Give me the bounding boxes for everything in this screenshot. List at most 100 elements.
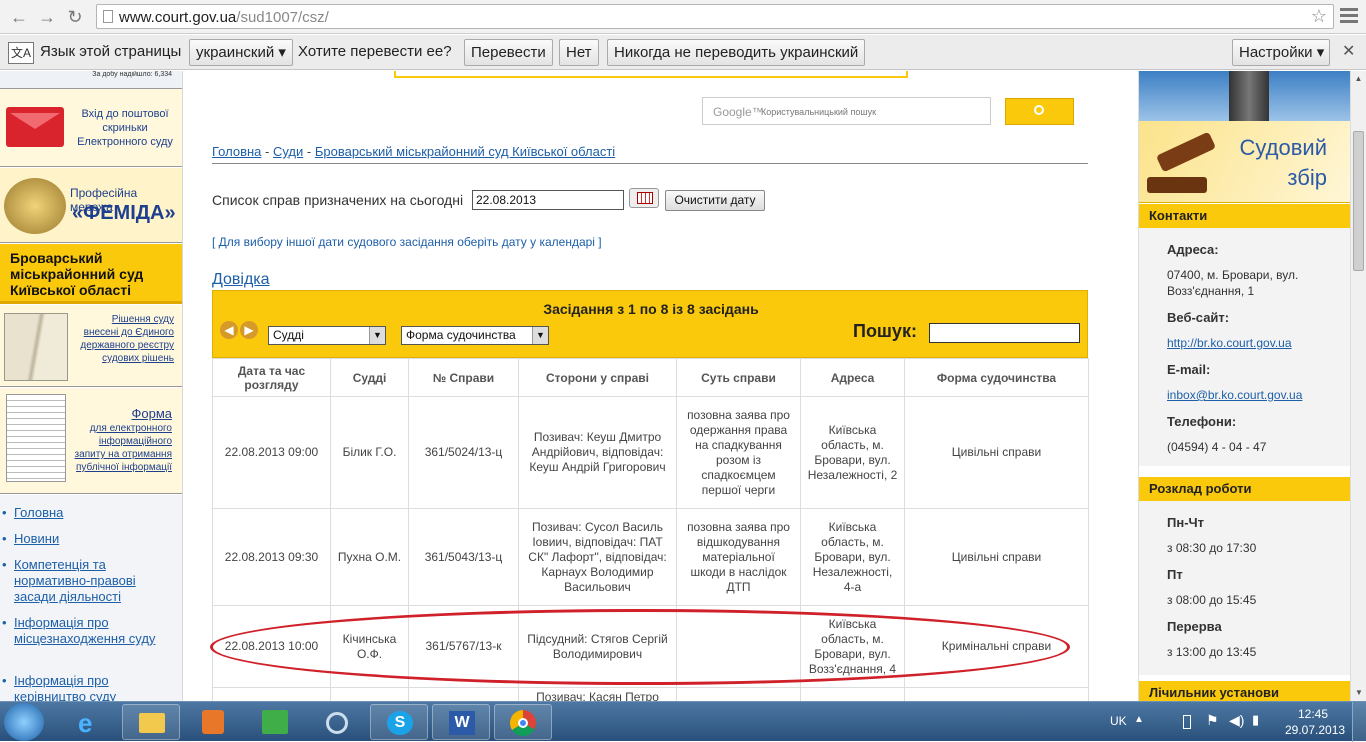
form-title[interactable]: Форма [131, 406, 172, 421]
calendar-icon[interactable] [629, 188, 659, 208]
flag-icon[interactable]: ⚑ [1206, 712, 1219, 729]
show-desktop-button[interactable] [1352, 702, 1366, 742]
clock-date[interactable]: 29.07.2013 [1285, 723, 1345, 737]
wifi-icon[interactable] [308, 704, 366, 740]
gavel-icon [1155, 131, 1217, 173]
femida-banner[interactable]: Професійна мережа «ФЕМІДА» [0, 168, 182, 243]
schedule-header: Розклад роботи [1139, 477, 1350, 501]
help-link[interactable]: Довідка [212, 271, 270, 289]
scroll-up-icon[interactable]: ▲ [1351, 71, 1366, 87]
email-link[interactable]: inbox@br.ko.court.gov.ua [1167, 388, 1302, 402]
search-icon [1034, 105, 1044, 115]
envelope-icon [6, 107, 64, 147]
col-case-no: № Справи [408, 358, 519, 397]
battery-icon [1183, 715, 1191, 729]
nav-leadership[interactable]: Інформація про керівництво суду [2, 673, 174, 701]
schedule-panel: Пн-Чт з 08:30 до 17:30 Пт з 08:00 до 15:… [1139, 501, 1350, 675]
close-icon[interactable]: ✕ [1342, 41, 1355, 61]
breadcrumb-home[interactable]: Головна [212, 144, 261, 159]
court-fee-banner[interactable]: Судовий збір [1139, 121, 1350, 203]
e-court-mail-link[interactable]: Вхід до поштової скриньки Електронного с… [72, 107, 178, 149]
form-text[interactable]: для електронного інформаційного запиту н… [66, 422, 172, 474]
search-button[interactable] [1005, 98, 1074, 125]
media-player-icon[interactable] [184, 704, 242, 740]
chrome-icon[interactable] [494, 704, 552, 740]
tray-up-icon[interactable]: ▲ [1134, 714, 1144, 725]
reload-icon[interactable]: ↻ [64, 6, 86, 28]
contacts-panel: Адреса: 07400, м. Бровари, вул. Возз'єдн… [1139, 228, 1350, 466]
never-translate-button[interactable]: Никогда не переводить украинский [607, 39, 866, 66]
translate-button[interactable]: Перевести [464, 39, 553, 66]
registry-banner[interactable]: Рішення суду внесені до Єдиного державно… [0, 305, 182, 387]
taskbar: e S W UK ▲ ⚑ ◀) ▮ 12:45 29.07.2013 [0, 701, 1366, 742]
statue-icon [1229, 71, 1269, 121]
court-name: Броварський міськрайонний суд Київської … [10, 250, 144, 298]
forward-icon[interactable]: → [36, 6, 58, 28]
browser-toolbar: ← → ↻ www.court.gov.ua/sud1007/csz/ ☆ [0, 0, 1366, 34]
breadcrumb-courts[interactable]: Суди [273, 144, 303, 159]
word-icon[interactable]: W [432, 704, 490, 740]
right-sidebar: Судовий збір Контакти Адреса: 07400, м. … [1138, 71, 1350, 701]
table-search-label: Пошук: [853, 321, 917, 341]
language-select[interactable]: украинский ▾ [189, 39, 293, 66]
scroll-thumb[interactable] [1353, 131, 1364, 271]
info-request-banner[interactable]: Форма для електронного інформаційного за… [0, 388, 182, 494]
signal-icon[interactable]: ▮ [1252, 712, 1259, 728]
sessions-panel-header: Засідання з 1 по 8 із 8 засідань ◀ ▶ Суд… [212, 290, 1088, 358]
judges-select[interactable]: Судді ▼ [268, 326, 386, 345]
translate-bar: 文A Язык этой страницы украинский ▾ Хотит… [0, 35, 1366, 70]
start-button-icon[interactable] [4, 703, 44, 741]
table-row: 22.08.2013 09:30 Пухна О.М. 361/5043/13-ц П… [212, 508, 1089, 606]
date-filter-label: Список справ призначених на сьогодні [212, 192, 464, 208]
address-bar[interactable]: www.court.gov.ua/sud1007/csz/ ☆ [96, 4, 1334, 29]
url-path: /sud1007/csz/ [236, 9, 329, 26]
col-address: Адреса [800, 358, 905, 397]
breadcrumb: Головна - Суди - Броварський міськрайонн… [212, 144, 1088, 164]
page-icon [103, 10, 113, 23]
back-icon[interactable]: ← [8, 6, 30, 28]
chart-app-icon[interactable] [246, 704, 304, 740]
vertical-scrollbar[interactable]: ▲ ▼ [1350, 71, 1366, 701]
book-icon [4, 313, 68, 381]
translate-question: Хотите перевести ее? [298, 43, 452, 60]
chevron-down-icon: ▼ [369, 327, 385, 344]
sessions-table: Дата та час розгляду Судді № Справи Стор… [212, 358, 1089, 701]
page-content: За добу надійшло: 6,334 Вхід до поштової… [0, 71, 1350, 701]
left-nav: Головна Новини Компетенція та нормативно… [0, 495, 182, 701]
breadcrumb-current[interactable]: Броварський міськрайонний суд Київської … [315, 144, 615, 159]
translate-prompt: Язык этой страницы [40, 43, 182, 60]
nav-home[interactable]: Головна [2, 505, 174, 521]
date-input[interactable]: 22.08.2013 [472, 190, 624, 210]
settings-button[interactable]: Настройки ▾ [1232, 39, 1330, 66]
femida-line2: «ФЕМІДА» [72, 202, 176, 224]
scroll-down-icon[interactable]: ▼ [1351, 685, 1366, 701]
form-select[interactable]: Форма судочинства ▼ [401, 326, 549, 345]
registry-link[interactable]: Рішення суду внесені до Єдиного державно… [76, 313, 174, 365]
menu-icon[interactable] [1340, 8, 1358, 26]
input-language[interactable]: UK [1110, 714, 1127, 728]
bookmark-star-icon[interactable]: ☆ [1311, 6, 1327, 27]
explorer-icon[interactable] [122, 704, 180, 740]
clock-time[interactable]: 12:45 [1298, 707, 1328, 721]
ie-icon[interactable]: e [60, 704, 118, 740]
search-input[interactable]: Google™ Користувальницький пошук [702, 97, 991, 125]
col-form: Форма судочинства [904, 358, 1089, 397]
volume-icon[interactable]: ◀) [1229, 712, 1244, 729]
no-button[interactable]: Нет [559, 39, 599, 66]
website-link[interactable]: http://br.ko.court.gov.ua [1167, 336, 1292, 350]
col-judges: Судді [330, 358, 409, 397]
clear-date-button[interactable]: Очистити дату [665, 190, 765, 211]
col-parties: Сторони у справі [518, 358, 677, 397]
nav-news[interactable]: Новини [2, 531, 174, 547]
e-court-mail-banner[interactable]: Вхід до поштової скриньки Електронного с… [0, 89, 182, 167]
visitor-counter-banner: За добу надійшло: 6,334 [0, 71, 182, 89]
nav-location[interactable]: Інформація про місцезнаходження суду [2, 615, 174, 647]
prev-page-icon[interactable]: ◀ [220, 321, 238, 339]
nav-competence[interactable]: Компетенція та нормативно-правові засади… [2, 557, 174, 605]
table-search-input[interactable] [929, 323, 1080, 343]
next-page-icon[interactable]: ▶ [240, 321, 258, 339]
skype-icon[interactable]: S [370, 704, 428, 740]
court-name-block: Броварський міськрайонний суд Київської … [0, 244, 182, 304]
left-sidebar: За добу надійшло: 6,334 Вхід до поштової… [0, 71, 183, 701]
url-host: www.court.gov.ua [119, 9, 237, 26]
